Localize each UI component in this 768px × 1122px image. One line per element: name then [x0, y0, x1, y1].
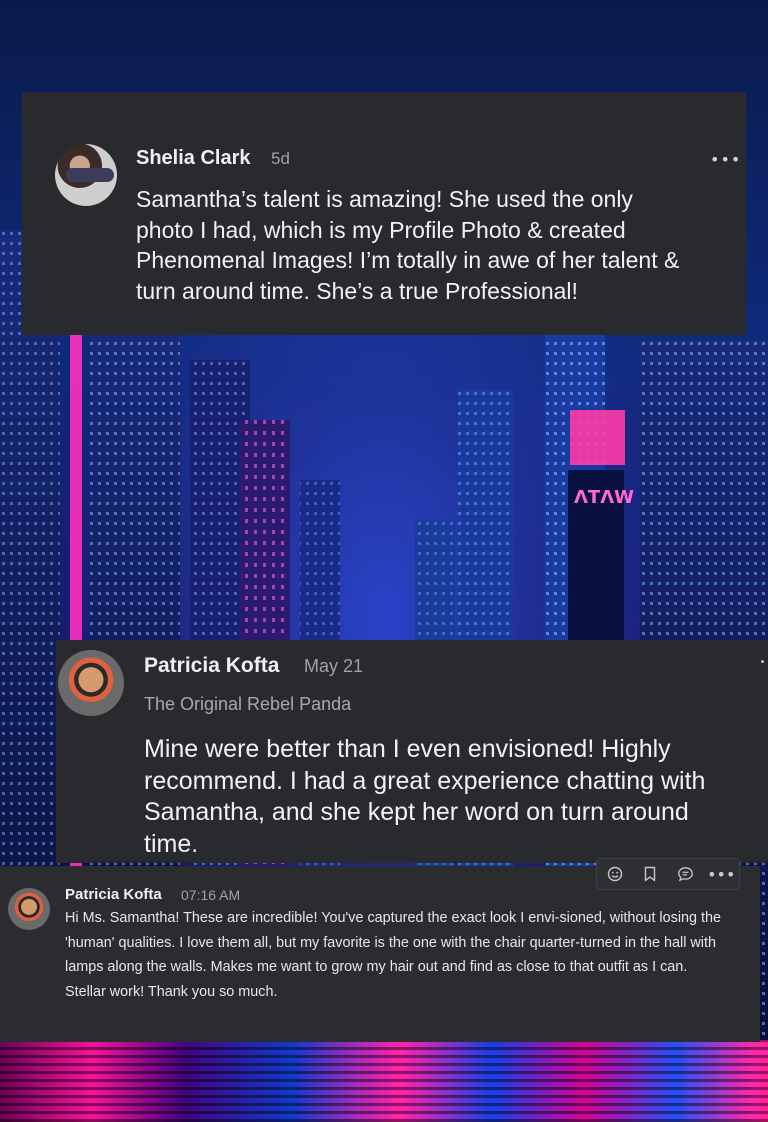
water-reflection	[0, 1040, 768, 1122]
neon-sign: ΛΤΛW	[574, 487, 634, 508]
reply-icon[interactable]	[675, 863, 697, 885]
author-name[interactable]: Patricia Kofta	[144, 654, 279, 678]
more-options-icon[interactable]	[761, 660, 764, 663]
author-name[interactable]: Shelia Clark	[136, 147, 251, 170]
reaction-pill[interactable]	[66, 168, 114, 182]
comment-text: Mine were better than I even envisioned!…	[144, 735, 706, 858]
message-text: Hi Ms. Samantha! These are incredible! Y…	[65, 910, 722, 1000]
comment-text: Samantha’s talent is amazing! She used t…	[136, 186, 680, 304]
more-icon[interactable]: •••	[707, 863, 735, 885]
timestamp: May 21	[304, 656, 364, 676]
emoji-icon[interactable]	[604, 863, 626, 885]
avatar[interactable]	[58, 650, 124, 716]
avatar[interactable]	[8, 888, 50, 930]
comment-card-shelia: Shelia Clark 5d ••• Samantha’s talent is…	[22, 92, 746, 335]
message-card-patricia: ••• Patricia Kofta 07:16 AM Hi Ms. Saman…	[0, 858, 760, 1042]
timestamp: 07:16 AM	[181, 887, 241, 903]
timestamp: 5d	[271, 149, 290, 168]
author-name[interactable]: Patricia Kofta	[65, 886, 162, 903]
more-options-icon[interactable]: •••	[710, 150, 741, 169]
comment-card-patricia-review: Patricia Kofta May 21 The Original Rebel…	[56, 640, 768, 863]
bookmark-icon[interactable]	[639, 863, 661, 885]
message-toolbar: •••	[596, 858, 740, 890]
author-subtitle: The Original Rebel Panda	[144, 694, 352, 714]
